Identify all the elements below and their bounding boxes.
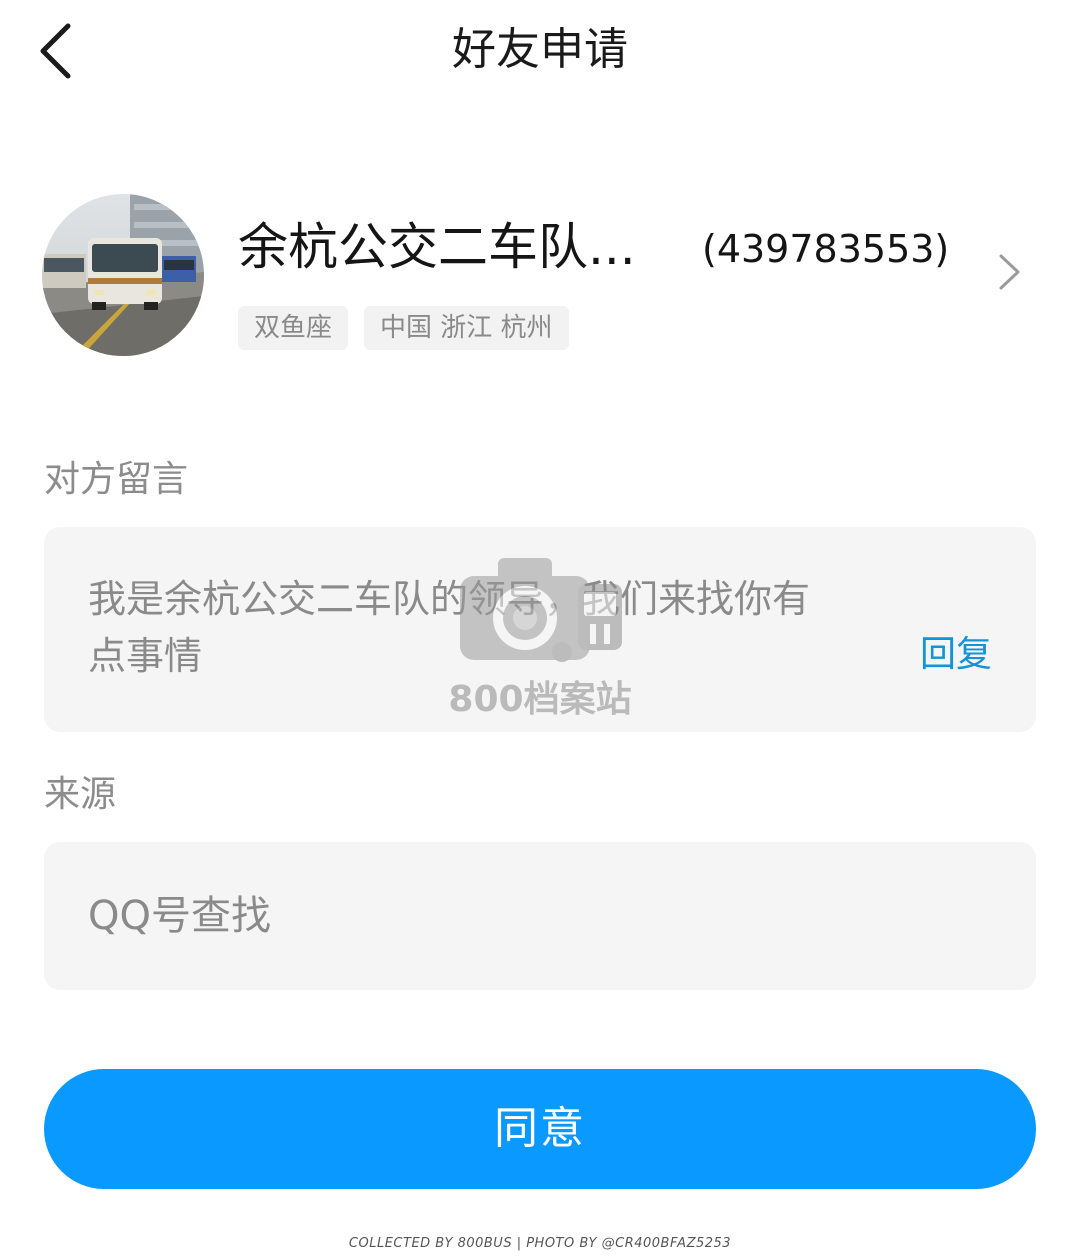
agree-button[interactable]: 同意 [44,1069,1036,1189]
requester-nickname: 余杭公交二车队... [238,218,636,276]
chevron-right-icon[interactable] [992,250,1026,294]
bus-photo-avatar [42,194,204,356]
footer-credit: COLLECTED BY 800BUS | PHOTO BY @CR400BFA… [348,1236,732,1251]
source-section-label: 来源 [44,774,117,815]
requester-profile[interactable]: 余杭公交二车队... (439783553) 双鱼座 中国 浙江 杭州 [0,190,1080,360]
message-section-label: 对方留言 [44,459,189,500]
page-title: 好友申请 [452,24,628,75]
message-card: 我是余杭公交二车队的领导，我们来找你有点事情 回复 [44,527,1036,732]
source-card: QQ号查找 [44,842,1036,990]
tag-location: 中国 浙江 杭州 [364,306,569,350]
avatar[interactable] [42,194,204,356]
request-message-text: 我是余杭公交二车队的领导，我们来找你有点事情 [88,577,811,678]
navigation-header: 好友申请 [0,0,1080,100]
tag-zodiac: 双鱼座 [238,306,349,350]
reply-link[interactable]: 回复 [920,631,992,679]
requester-qq-number: (439783553) [702,227,950,271]
source-value: QQ号查找 [88,893,271,939]
profile-tags: 双鱼座 中国 浙江 杭州 [238,306,569,350]
